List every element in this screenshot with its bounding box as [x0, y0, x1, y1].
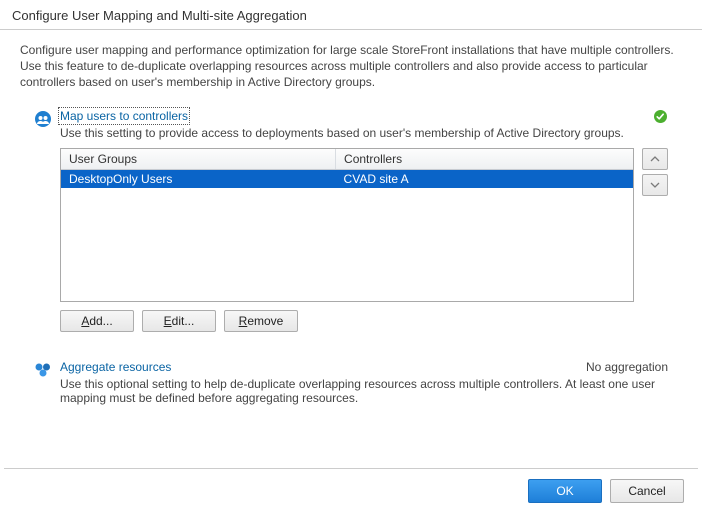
col-user-groups[interactable]: User Groups	[61, 149, 336, 170]
intro-text: Configure user mapping and performance o…	[20, 42, 682, 91]
aggregate-panel: Aggregate resources Use this optional se…	[20, 360, 682, 419]
move-up-button[interactable]	[642, 148, 668, 170]
aggregate-body: Aggregate resources Use this optional se…	[60, 360, 668, 405]
dialog-title: Configure User Mapping and Multi-site Ag…	[0, 0, 702, 29]
users-icon	[34, 110, 52, 128]
aggregate-desc: Use this optional setting to help de-dup…	[60, 377, 668, 405]
map-users-body: Map users to controllers Use this settin…	[60, 109, 668, 140]
dialog: Configure User Mapping and Multi-site Ag…	[0, 0, 702, 521]
mapping-area: User Groups Controllers DesktopOnly User…	[34, 148, 668, 302]
mappings-table[interactable]: User Groups Controllers DesktopOnly User…	[60, 148, 634, 302]
dialog-footer: OK Cancel	[0, 469, 702, 521]
mapping-buttons: Add... Edit... Remove	[34, 310, 668, 332]
move-down-button[interactable]	[642, 174, 668, 196]
success-icon	[653, 109, 668, 124]
remove-button[interactable]: Remove	[224, 310, 298, 332]
aggregate-header: Aggregate resources Use this optional se…	[34, 360, 668, 405]
ok-button[interactable]: OK	[528, 479, 602, 503]
aggregate-link[interactable]: Aggregate resources	[60, 360, 171, 374]
map-users-desc: Use this setting to provide access to de…	[60, 126, 668, 140]
dialog-content: Configure user mapping and performance o…	[0, 30, 702, 468]
aggregate-icon	[34, 361, 52, 379]
add-button[interactable]: Add...	[60, 310, 134, 332]
map-users-link[interactable]: Map users to controllers	[60, 109, 188, 123]
cell-controllers: CVAD site A	[336, 169, 633, 188]
edit-button[interactable]: Edit...	[142, 310, 216, 332]
table-row[interactable]: DesktopOnly Users CVAD site A	[61, 169, 633, 188]
reorder-buttons	[642, 148, 668, 196]
map-users-panel: Map users to controllers Use this settin…	[20, 109, 682, 346]
cancel-button[interactable]: Cancel	[610, 479, 684, 503]
map-users-header: Map users to controllers Use this settin…	[34, 109, 668, 140]
chevron-up-icon	[650, 155, 660, 163]
table-header-row: User Groups Controllers	[61, 149, 633, 170]
cell-user-groups: DesktopOnly Users	[61, 169, 336, 188]
col-controllers[interactable]: Controllers	[336, 149, 633, 170]
chevron-down-icon	[650, 181, 660, 189]
aggregate-status: No aggregation	[586, 360, 668, 374]
